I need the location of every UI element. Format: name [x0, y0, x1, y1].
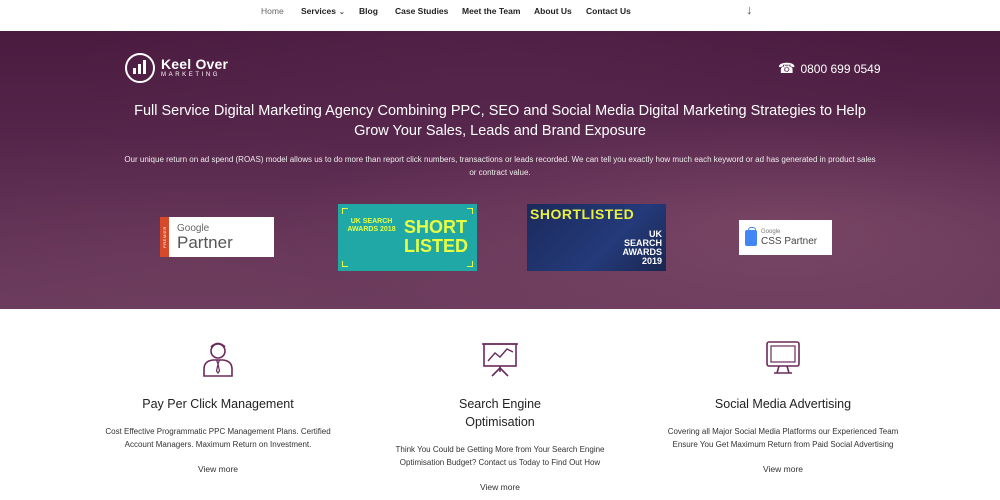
ppc-description: Cost Effective Programmatic PPC Manageme… — [88, 425, 348, 451]
corner-mark — [342, 208, 348, 214]
google-partner-badge: PREMIER Google Partner — [160, 217, 274, 257]
social-view-more-link[interactable]: View more — [653, 464, 913, 474]
logo-bar-1 — [133, 68, 136, 74]
seo-description: Think You Could be Getting More from You… — [370, 443, 630, 469]
css-partner-text: Google CSS Partner — [761, 229, 817, 247]
logo[interactable]: Keel Over MARKETING — [125, 53, 228, 83]
phone-number: 0800 699 0549 — [800, 61, 881, 76]
social-desc-line-2: Ensure You Get Maximum Return from Paid … — [672, 440, 894, 449]
google-partner-text: Google Partner — [177, 223, 233, 252]
corner-mark — [467, 208, 473, 214]
hero-description: Our unique return on ad spend (ROAS) mod… — [124, 155, 876, 177]
corner-mark — [342, 261, 348, 267]
uk-2018-listed: LISTED — [404, 236, 469, 256]
nav-contact-us[interactable]: Contact Us — [586, 6, 631, 16]
logo-chart-icon — [125, 53, 155, 83]
seo-desc-line-1: Think You Could be Getting More from You… — [395, 445, 605, 454]
google-css-partner-badge: Google CSS Partner — [739, 220, 832, 255]
phone-link[interactable]: ☎ 0800 699 0549 — [778, 60, 881, 77]
hero-title-line-1: Full Service Digital Marketing Agency Co… — [134, 103, 866, 119]
ppc-desc-line-2: Account Managers. Maximum Return on Inve… — [124, 440, 312, 449]
social-description: Covering all Major Social Media Platform… — [653, 425, 913, 451]
shopping-bag-icon — [745, 226, 757, 246]
ppc-title: Pay Per Click Management — [142, 397, 294, 411]
uk-2018-shortlisted: SHORT LISTED — [404, 218, 468, 256]
seo-title: Search Engine Optimisation — [370, 395, 630, 431]
monitor-icon — [766, 341, 800, 374]
seo-view-more-link[interactable]: View more — [370, 482, 630, 492]
seo-desc-line-2: Optimisation Budget? Contact us Today to… — [399, 458, 601, 467]
hero-title: Full Service Digital Marketing Agency Co… — [100, 101, 900, 141]
social-desc-line-1: Covering all Major Social Media Platform… — [667, 427, 899, 436]
logo-text: Keel Over MARKETING — [161, 57, 228, 79]
top-nav: Home Services ⌄ Blog Case Studies Meet th… — [0, 0, 1000, 31]
seo-title-line-1: Search Engine — [458, 397, 541, 411]
premier-strip: PREMIER — [160, 217, 169, 257]
nav-services-label: Services — [301, 6, 336, 16]
nav-blog[interactable]: Blog — [359, 6, 378, 16]
service-seo: Search Engine Optimisation Think You Cou… — [370, 338, 630, 492]
nav-meet-the-team[interactable]: Meet the Team — [462, 6, 520, 16]
seo-title-line-2: Optimisation — [465, 415, 535, 429]
chart-presentation-icon — [482, 343, 518, 377]
uk-search-awards-2019-badge: SHORTLISTED UK SEARCH AWARDS 2019 — [527, 204, 666, 271]
nav-home[interactable]: Home — [261, 6, 284, 16]
nav-case-studies[interactable]: Case Studies — [395, 6, 448, 16]
logo-name: Keel Over — [161, 56, 229, 72]
corner-mark — [467, 261, 473, 267]
logo-bar-3 — [143, 60, 146, 74]
uk-2019-line-4: 2019 — [641, 256, 662, 266]
nav-services[interactable]: Services ⌄ — [301, 6, 345, 16]
person-tie-icon — [203, 342, 233, 377]
chevron-down-icon: ⌄ — [338, 9, 345, 16]
uk-2019-award-text: UK SEARCH AWARDS 2019 — [622, 230, 662, 266]
partner-wordmark: Partner — [177, 232, 233, 252]
ppc-desc-line-1: Cost Effective Programmatic PPC Manageme… — [105, 427, 331, 436]
service-social: Social Media Advertising Covering all Ma… — [653, 338, 913, 474]
nav-about-us[interactable]: About Us — [534, 6, 572, 16]
hero-section: Keel Over MARKETING ☎ 0800 699 0549 Full… — [0, 31, 1000, 309]
arrow-down-icon[interactable]: ↓ — [746, 2, 753, 17]
uk-2018-award-text: UK SEARCH AWARDS 2018 — [347, 218, 396, 233]
css-partner-wordmark: CSS Partner — [761, 235, 818, 247]
logo-subtitle: MARKETING — [161, 72, 221, 78]
css-google-wordmark: Google — [761, 228, 781, 235]
social-title: Social Media Advertising — [714, 397, 852, 411]
uk-2018-short: SHORT — [404, 217, 467, 237]
uk-2019-shortlisted: SHORTLISTED — [530, 206, 635, 222]
google-wordmark: Google — [177, 222, 210, 234]
ppc-view-more-link[interactable]: View more — [88, 464, 348, 474]
service-ppc: Pay Per Click Management Cost Effective … — [88, 338, 348, 474]
phone-icon: ☎ — [778, 60, 796, 76]
hero-title-line-2: Grow Your Sales, Leads and Brand Exposur… — [354, 123, 646, 139]
logo-bar-2 — [138, 64, 141, 74]
uk-search-awards-2018-badge: UK SEARCH AWARDS 2018 SHORT LISTED — [338, 204, 477, 271]
